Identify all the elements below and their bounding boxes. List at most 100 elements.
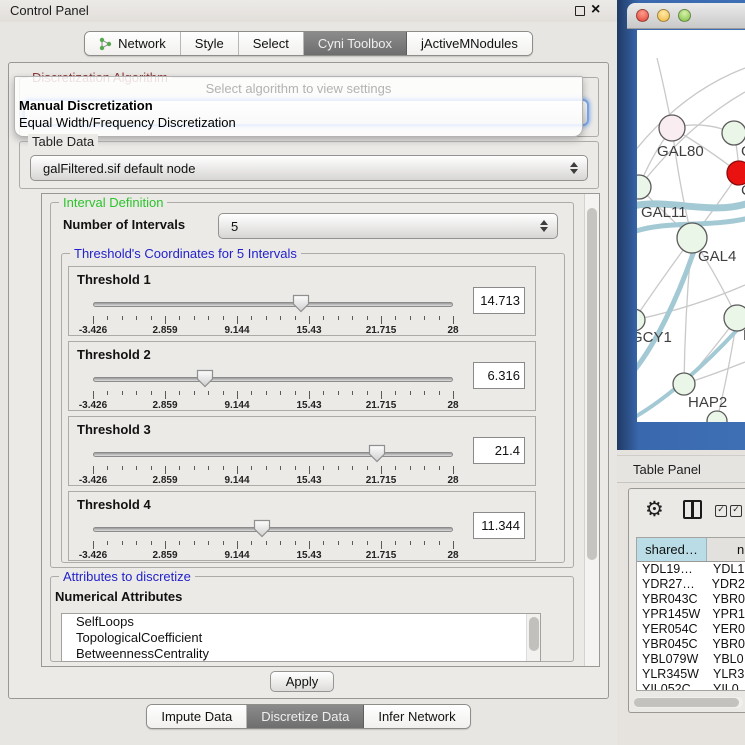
tab-select[interactable]: Select bbox=[239, 32, 304, 55]
cell[interactable]: YBR045C bbox=[637, 637, 706, 652]
cell[interactable]: YER054C bbox=[637, 622, 706, 637]
table-row[interactable]: YBR043CYBR0 bbox=[637, 592, 745, 607]
table-row[interactable]: YPR145WYPR1 bbox=[637, 607, 745, 622]
table-row[interactable]: YDL19…YDL1 bbox=[637, 562, 745, 577]
slider-thumb[interactable] bbox=[368, 444, 386, 463]
mac-zoom-button[interactable] bbox=[678, 9, 691, 22]
cell[interactable]: YBR0 bbox=[706, 637, 745, 652]
cell[interactable]: YBL079W bbox=[637, 652, 707, 667]
threshold-4-value-field[interactable] bbox=[473, 512, 525, 539]
stepper-icon bbox=[570, 162, 578, 174]
network-icon bbox=[99, 37, 112, 51]
slider-track[interactable] bbox=[93, 377, 453, 382]
cell[interactable]: YBR043C bbox=[637, 592, 706, 607]
cell[interactable]: YDL1 bbox=[707, 562, 745, 577]
vertical-scrollbar[interactable] bbox=[584, 194, 599, 666]
cell[interactable]: YPR1 bbox=[706, 607, 745, 622]
checkbox-icon[interactable]: ✓ bbox=[730, 505, 742, 517]
apply-button[interactable]: Apply bbox=[270, 671, 334, 692]
node-gcy1[interactable] bbox=[637, 309, 645, 331]
threshold-2-value-field[interactable] bbox=[473, 362, 525, 389]
list-item[interactable]: BetweennessCentrality bbox=[62, 646, 540, 662]
tick-label: 21.715 bbox=[366, 400, 397, 411]
table-row[interactable]: YER054CYER0 bbox=[637, 622, 745, 637]
tab-jactivemnodules[interactable]: jActiveMNodules bbox=[407, 32, 532, 55]
threshold-1-slider: -3.426 2.859 9.144 15.43 21.715 28 bbox=[93, 293, 453, 335]
cell[interactable]: YPR145W bbox=[637, 607, 706, 622]
attributes-listbox: SelfLoops TopologicalCoefficient Between… bbox=[61, 613, 541, 662]
scrollbar-thumb[interactable] bbox=[634, 698, 739, 707]
close-icon[interactable]: × bbox=[591, 1, 600, 19]
dropdown-option-equal-width[interactable]: Equal Width/Frequency Discretization bbox=[19, 115, 236, 130]
horizontal-scrollbar[interactable] bbox=[634, 697, 743, 708]
cell[interactable]: YER0 bbox=[706, 622, 745, 637]
cell[interactable]: YLR3 bbox=[707, 667, 745, 682]
group-title: Table Data bbox=[28, 134, 98, 149]
cell[interactable]: YBR0 bbox=[706, 592, 745, 607]
slider-ticks bbox=[93, 541, 453, 550]
tick-label: 15.43 bbox=[296, 475, 321, 486]
tab-cyni-toolbox[interactable]: Cyni Toolbox bbox=[304, 32, 407, 55]
table-row[interactable]: YBR045CYBR0 bbox=[637, 637, 745, 652]
scrollbar-thumb[interactable] bbox=[587, 208, 597, 560]
numerical-attributes-label: Numerical Attributes bbox=[55, 589, 182, 604]
node-hap2[interactable] bbox=[673, 373, 695, 395]
table-row[interactable]: YLR345WYLR3 bbox=[637, 667, 745, 682]
slider-thumb[interactable] bbox=[196, 369, 214, 388]
slider-track[interactable] bbox=[93, 302, 453, 307]
node-gal11[interactable] bbox=[637, 175, 651, 199]
dropdown-option-manual[interactable]: Manual Discretization bbox=[19, 98, 153, 113]
column-header-name[interactable]: n… bbox=[707, 538, 745, 561]
tick-label: 9.144 bbox=[224, 550, 249, 561]
number-of-intervals-combobox[interactable]: 5 bbox=[218, 213, 558, 239]
threshold-3-value-field[interactable] bbox=[473, 437, 525, 464]
table-row[interactable]: YDR27…YDR2 bbox=[637, 577, 745, 592]
group-title: Threshold's Coordinates for 5 Intervals bbox=[70, 246, 301, 261]
cell[interactable]: YDR27… bbox=[637, 577, 706, 592]
cell[interactable]: YIL052C bbox=[637, 682, 707, 691]
threshold-3-slider: -3.426 2.859 9.144 15.43 21.715 28 bbox=[93, 443, 453, 485]
cell[interactable]: YDR2 bbox=[706, 577, 745, 592]
node-g[interactable] bbox=[722, 121, 745, 145]
tab-discretize-data[interactable]: Discretize Data bbox=[247, 705, 364, 728]
list-scrollbar[interactable] bbox=[526, 614, 540, 661]
gear-icon[interactable]: ⚙ bbox=[645, 497, 664, 521]
scrollbar-thumb[interactable] bbox=[529, 617, 539, 651]
node-label: G bbox=[741, 143, 745, 160]
mac-close-button[interactable] bbox=[636, 9, 649, 22]
table-row[interactable]: YIL052CYIL0 bbox=[637, 682, 745, 691]
table-data-combobox[interactable]: galFiltered.sif default node bbox=[30, 155, 588, 181]
node-h[interactable] bbox=[724, 305, 745, 331]
tick-label: 15.43 bbox=[296, 550, 321, 561]
table-row[interactable]: YBL079WYBL0 bbox=[637, 652, 745, 667]
tab-impute-data[interactable]: Impute Data bbox=[147, 705, 247, 728]
cell[interactable]: YDL19… bbox=[637, 562, 707, 577]
split-pane-icon[interactable] bbox=[683, 500, 702, 519]
node-bottom[interactable] bbox=[707, 411, 727, 422]
slider-track[interactable] bbox=[93, 527, 453, 532]
cell[interactable]: YLR345W bbox=[637, 667, 707, 682]
tick-label: -3.426 bbox=[79, 400, 107, 411]
column-header-shared-name[interactable]: shared… bbox=[637, 538, 707, 561]
tab-infer-network[interactable]: Infer Network bbox=[364, 705, 469, 728]
tick-label: 21.715 bbox=[366, 475, 397, 486]
list-item[interactable]: SelfLoops bbox=[62, 614, 540, 630]
cell[interactable]: YBL0 bbox=[707, 652, 745, 667]
tab-label: Style bbox=[195, 36, 224, 51]
tab-label: Discretize Data bbox=[261, 709, 349, 724]
tab-style[interactable]: Style bbox=[181, 32, 239, 55]
float-window-icon[interactable] bbox=[575, 6, 585, 16]
slider-thumb[interactable] bbox=[253, 519, 271, 538]
cell[interactable]: YIL0 bbox=[707, 682, 745, 691]
slider-track[interactable] bbox=[93, 452, 453, 457]
network-canvas[interactable]: GAL80 G C GAL11 GAL4 GCY1 H HAP2 bbox=[637, 30, 745, 422]
list-item[interactable]: TopologicalCoefficient bbox=[62, 630, 540, 646]
slider-thumb[interactable] bbox=[292, 294, 310, 313]
threshold-1-value-field[interactable] bbox=[473, 287, 525, 314]
slider-tick-labels: -3.426 2.859 9.144 15.43 21.715 28 bbox=[93, 400, 453, 411]
node-gal80[interactable] bbox=[659, 115, 685, 141]
checkbox-icon[interactable]: ✓ bbox=[715, 505, 727, 517]
tab-network[interactable]: Network bbox=[85, 32, 181, 55]
mac-minimize-button[interactable] bbox=[657, 9, 670, 22]
threshold-label: Threshold 4 bbox=[77, 497, 151, 512]
